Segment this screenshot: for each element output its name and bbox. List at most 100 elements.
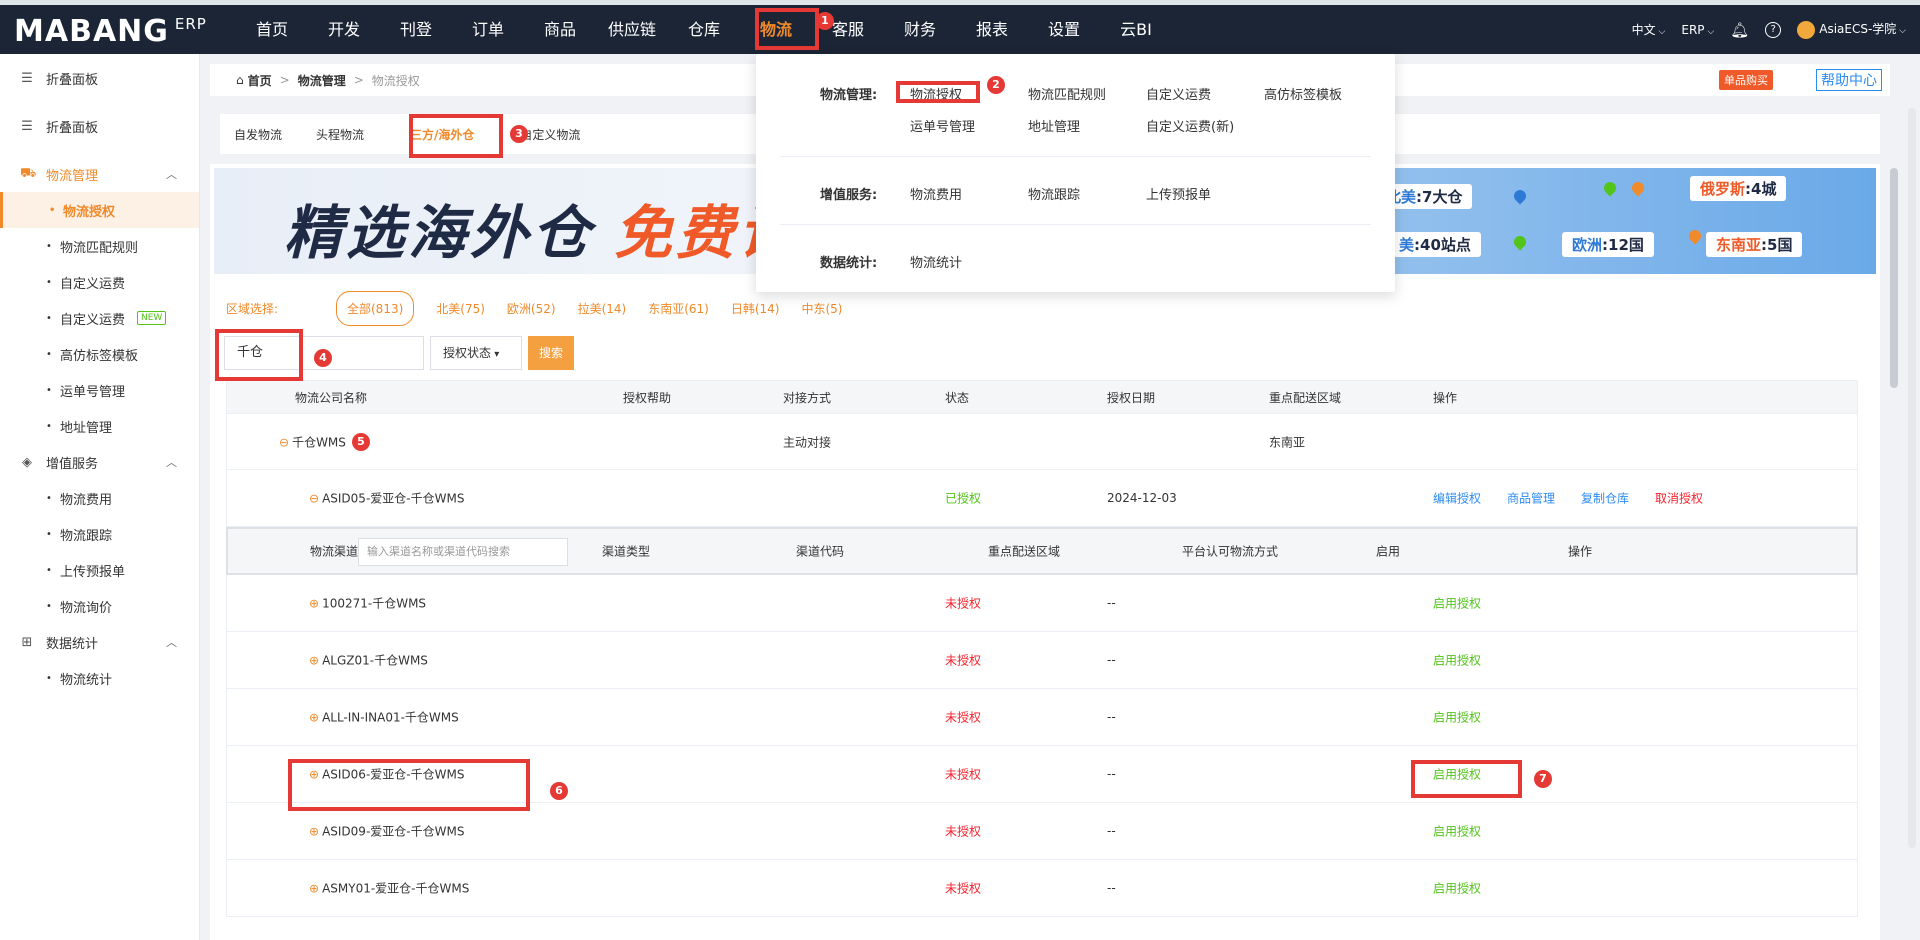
user-menu[interactable]: AsiaECS-学院 <box>1797 20 1906 39</box>
annotation-badge-1: 1 <box>816 12 834 30</box>
chevron-up-icon: ︿ <box>166 636 177 649</box>
sidebar-item-custom-freight[interactable]: 自定义运费 <box>0 264 199 300</box>
table-row: ⊕ ASID09-爱亚仓-千仓WMS 未授权 -- 启用授权 <box>226 803 1858 860</box>
region-middle-east[interactable]: 中东(5) <box>801 300 842 317</box>
table-row: ⊖ 千仓WMS 主动对接 东南亚 <box>226 414 1858 470</box>
enable-auth-link[interactable]: 启用授权 <box>1433 652 1481 669</box>
table-row: ⊕ ASMY01-爱亚仓-千仓WMS 未授权 -- 启用授权 <box>226 860 1858 917</box>
nav-warehouse[interactable]: 仓库 <box>668 5 740 54</box>
sidebar-item-inquiry[interactable]: 物流询价 <box>0 588 199 624</box>
region-japan-korea[interactable]: 日韩(14) <box>731 300 780 317</box>
enable-auth-link[interactable]: 启用授权 <box>1433 823 1481 840</box>
region-all[interactable]: 全部(813) <box>336 290 415 326</box>
erp-select[interactable]: ERP <box>1681 23 1714 37</box>
help-icon[interactable]: ? <box>1765 21 1782 38</box>
menu-item-custom-freight[interactable]: 自定义运费 <box>1146 84 1211 103</box>
collapse-panel-2[interactable]: ☰ 折叠面板 <box>0 108 199 144</box>
help-center-button[interactable]: 帮助中心 <box>1816 69 1882 91</box>
sidebar-item-custom-freight-new[interactable]: 自定义运费NEW <box>0 300 199 336</box>
content-scrollbar[interactable] <box>1890 168 1898 388</box>
home-icon[interactable]: ⌂ <box>236 73 244 87</box>
tab-first-leg[interactable]: 头程物流 <box>316 126 364 143</box>
nav-home[interactable]: 首页 <box>236 5 308 54</box>
collapse-icon[interactable]: ⊖ <box>309 492 319 506</box>
tab-self-shipping[interactable]: 自发物流 <box>234 126 282 143</box>
menu-item-upload-forecast[interactable]: 上传预报单 <box>1146 184 1211 203</box>
collapse-panel-1[interactable]: ☰ 折叠面板 <box>0 60 199 96</box>
tab-custom-logistics[interactable]: 自定义物流 <box>520 126 580 143</box>
expand-icon[interactable]: ⊕ <box>309 711 319 725</box>
channel-subheader: 物流渠道 输入渠道名称或渠道代码搜索 渠道类型 渠道代码 重点配送区域 平台认可… <box>226 527 1858 575</box>
sidebar-item-label-template[interactable]: 高仿标签模板 <box>0 336 199 372</box>
region-southeast-asia[interactable]: 东南亚(61) <box>648 300 709 317</box>
annotation-box-3 <box>409 114 503 158</box>
sidebar-group-value-added[interactable]: ◈ 增值服务 ︿ <box>0 444 199 480</box>
sidebar-item-address[interactable]: 地址管理 <box>0 408 199 444</box>
page-scrollbar[interactable] <box>1908 108 1916 848</box>
grid-icon: ⊞ <box>21 634 33 650</box>
sidebar-item-tracking[interactable]: 物流跟踪 <box>0 516 199 552</box>
menu-item-match-rules[interactable]: 物流匹配规则 <box>1028 84 1106 103</box>
region-filter: 区域选择: 全部(813) 北美(75) 欧洲(52) 拉美(14) 东南亚(6… <box>226 290 864 326</box>
sidebar-item-upload-forecast[interactable]: 上传预报单 <box>0 552 199 588</box>
region-latin-america[interactable]: 拉美(14) <box>578 300 627 317</box>
enable-auth-link[interactable]: 启用授权 <box>1433 880 1481 897</box>
cancel-auth-link[interactable]: 取消授权 <box>1655 490 1703 507</box>
menu-item-custom-freight-new[interactable]: 自定义运费(新) <box>1146 116 1234 135</box>
menu-item-waybill[interactable]: 运单号管理 <box>910 116 975 135</box>
expand-icon[interactable]: ⊕ <box>309 654 319 668</box>
menu-item-tracking[interactable]: 物流跟踪 <box>1028 184 1080 203</box>
menu-item-stats[interactable]: 物流统计 <box>910 252 962 271</box>
collapse-icon[interactable]: ⊖ <box>279 435 289 449</box>
enable-auth-link[interactable]: 启用授权 <box>1433 709 1481 726</box>
banner-tag-americas: 美:40站点 <box>1389 232 1481 257</box>
menu-item-label-template[interactable]: 高仿标签模板 <box>1264 84 1342 103</box>
annotation-badge-7: 7 <box>1534 770 1552 788</box>
sidebar-group-stats[interactable]: ⊞ 数据统计 ︿ <box>0 624 199 660</box>
sidebar-item-match-rules[interactable]: 物流匹配规则 <box>0 228 199 264</box>
copy-warehouse-link[interactable]: 复制仓库 <box>1581 490 1629 507</box>
sidebar-item-fees[interactable]: 物流费用 <box>0 480 199 516</box>
nav-supply-chain[interactable]: 供应链 <box>596 5 668 54</box>
annotation-badge-6: 6 <box>550 782 568 800</box>
expand-icon[interactable]: ⊕ <box>309 882 319 896</box>
chevron-up-icon: ︿ <box>166 456 177 469</box>
menu-icon: ☰ <box>21 70 33 86</box>
expand-icon[interactable]: ⊕ <box>309 597 319 611</box>
channel-search-input[interactable]: 输入渠道名称或渠道代码搜索 <box>358 538 568 566</box>
menu-item-fees[interactable]: 物流费用 <box>910 184 962 203</box>
single-buy-button[interactable]: 单品购买 <box>1719 70 1773 90</box>
region-north-america[interactable]: 北美(75) <box>436 300 485 317</box>
sidebar-item-waybill[interactable]: 运单号管理 <box>0 372 199 408</box>
edit-auth-link[interactable]: 编辑授权 <box>1433 490 1481 507</box>
nav-finance[interactable]: 财务 <box>884 5 956 54</box>
nav-products[interactable]: 商品 <box>524 5 596 54</box>
nav-orders[interactable]: 订单 <box>452 5 524 54</box>
top-navbar: MABANG ERP 首页 开发 刊登 订单 商品 供应链 仓库 物流 客服 财务… <box>0 0 1920 54</box>
auth-status-select[interactable]: 授权状态 <box>430 336 522 370</box>
sidebar-group-logistics[interactable]: ⛟ 物流管理 ︿ <box>0 156 199 192</box>
nav-listing[interactable]: 刊登 <box>380 5 452 54</box>
nav-reports[interactable]: 报表 <box>956 5 1028 54</box>
banner-tag-europe: 欧洲:12国 <box>1562 232 1654 257</box>
nav-develop[interactable]: 开发 <box>308 5 380 54</box>
nav-settings[interactable]: 设置 <box>1028 5 1100 54</box>
menu-icon: ☰ <box>21 118 33 134</box>
table-row: ⊕ 100271-千仓WMS 未授权 -- 启用授权 <box>226 575 1858 632</box>
table-row: ⊖ ASID05-爱亚仓-千仓WMS 已授权 2024-12-03 编辑授权 商品… <box>226 470 1858 527</box>
banner-tag-russia: 俄罗斯:4城 <box>1690 176 1787 201</box>
sidebar-item-logistics-auth[interactable]: 物流授权 <box>0 192 199 228</box>
banner-tag-southeast-asia: 东南亚:5国 <box>1706 232 1803 257</box>
search-button[interactable]: 搜索 <box>528 336 574 370</box>
logo[interactable]: MABANG ERP <box>14 14 207 49</box>
nav-cloud-bi[interactable]: 云BI <box>1100 5 1172 54</box>
bell-icon[interactable]: 🔔︎ <box>1730 21 1749 39</box>
expand-icon[interactable]: ⊕ <box>309 825 319 839</box>
product-manage-link[interactable]: 商品管理 <box>1507 490 1555 507</box>
language-select[interactable]: 中文 <box>1632 21 1666 38</box>
truck-icon: ⛟ <box>20 165 37 181</box>
enable-auth-link[interactable]: 启用授权 <box>1433 595 1481 612</box>
sidebar-item-logistics-stats[interactable]: 物流统计 <box>0 660 199 696</box>
region-europe[interactable]: 欧洲(52) <box>507 300 556 317</box>
menu-item-address[interactable]: 地址管理 <box>1028 116 1080 135</box>
